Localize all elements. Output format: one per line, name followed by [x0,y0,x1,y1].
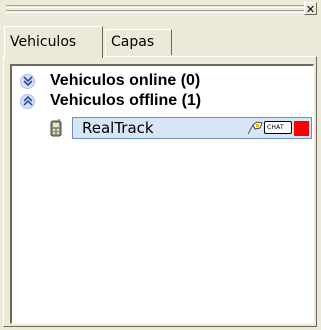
group-online-label: Vehiculos online (0) [50,72,201,89]
panel-drag-handle[interactable] [6,3,304,13]
chat-icon[interactable]: CHAT [264,121,292,134]
chevron-double-up-icon[interactable] [20,94,35,109]
phone-icon [50,119,62,141]
tab-capas[interactable]: Capas [105,29,172,55]
chat-label: CHAT [267,124,284,131]
close-button[interactable]: ✕ [304,2,317,16]
status-indicator [294,121,309,136]
vehicle-row-selected[interactable]: RealTrack CHAT [72,117,312,139]
group-offline-label: Vehiculos offline (1) [50,92,202,109]
tab-vehiculos[interactable]: Vehiculos [4,26,103,58]
flag-icon[interactable] [247,120,263,139]
chevron-double-down-icon[interactable] [20,74,35,89]
vehicle-name: RealTrack [82,119,154,137]
vehicle-tree[interactable]: Vehiculos online (0) Vehiculos offline (… [10,64,314,324]
tab-panel: Vehiculos online (0) Vehiculos offline (… [3,56,317,327]
